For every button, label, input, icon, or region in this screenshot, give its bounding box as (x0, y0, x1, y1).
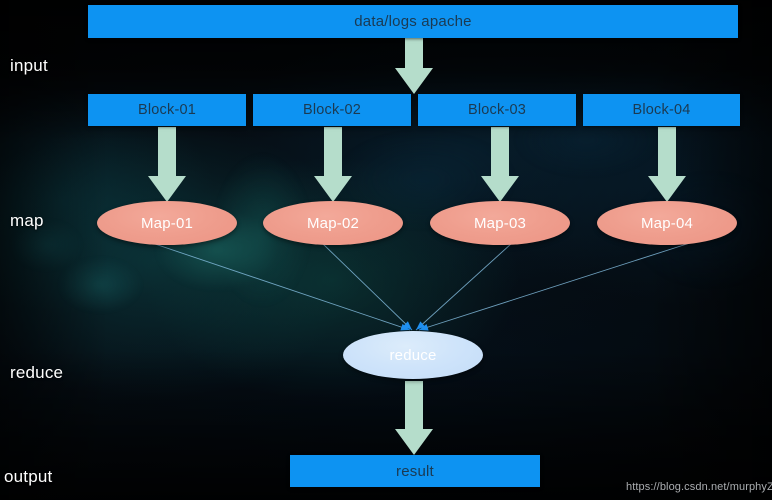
arrow-shape (648, 127, 686, 202)
stage-label-map: map (10, 211, 44, 230)
background-vignette-left (0, 0, 772, 500)
block-box-4[interactable]: Block-04 (583, 94, 740, 126)
reduce-node-label: reduce (389, 346, 437, 364)
map-to-reduce-connectors (151, 242, 691, 331)
arrow-block-03-to-map (481, 127, 519, 202)
watermark-url: https://blog.csdn.net/murphyZ (626, 481, 772, 493)
arrow-reduce-to-result (395, 381, 433, 455)
map-node-label: Map-03 (473, 214, 527, 232)
block-box-label: Block-03 (467, 102, 526, 118)
block-box-2[interactable]: Block-02 (253, 94, 411, 126)
arrow-shape (314, 127, 352, 202)
background-blue-wisp (0, 0, 772, 500)
background-vignette-right (0, 0, 772, 500)
diagram-canvas: input map reduce output data/logs apache Bl… (0, 0, 772, 500)
arrow-block-02-to-map (314, 127, 352, 202)
block-box-1[interactable]: Block-01 (88, 94, 246, 126)
block-box-label: Block-02 (302, 102, 361, 118)
arrow-source-to-blocks (395, 38, 433, 94)
arrow-shape (395, 381, 433, 455)
connector-line-2 (321, 242, 413, 331)
stage-label-reduce: reduce (10, 363, 64, 382)
arrow-shape (481, 127, 519, 202)
result-box-label: result (396, 462, 434, 480)
map-node-3[interactable]: Map-03 (430, 201, 570, 245)
arrow-block-01-to-map (148, 127, 186, 202)
block-box-label: Block-04 (632, 102, 691, 118)
map-node-label: Map-01 (140, 214, 194, 232)
background-teal-wisp (0, 0, 772, 500)
background-vignette-top (0, 0, 772, 500)
stage-label-input: input (10, 56, 48, 75)
connector-arrowhead-2 (403, 321, 412, 330)
connector-line-1 (151, 242, 411, 331)
connector-line-3 (415, 242, 513, 331)
arrow-block-04-to-map (648, 127, 686, 202)
arrow-shape (148, 127, 186, 202)
connector-arrowhead-3 (416, 321, 425, 330)
map-node-2[interactable]: Map-02 (263, 201, 403, 245)
arrow-shape (395, 38, 433, 94)
map-node-label: Map-02 (306, 214, 360, 232)
block-box-3[interactable]: Block-03 (418, 94, 576, 126)
source-data-label: data/logs apache (354, 13, 472, 30)
map-node-4[interactable]: Map-04 (597, 201, 737, 245)
background-vignette-bottom (0, 0, 772, 500)
source-data-box[interactable]: data/logs apache (88, 5, 738, 38)
connector-line-4 (418, 242, 691, 331)
map-node-1[interactable]: Map-01 (97, 201, 237, 245)
block-box-label: Block-01 (137, 102, 196, 118)
reduce-node[interactable]: reduce (343, 331, 483, 379)
background-nebula (0, 0, 772, 500)
connector-arrowhead-4 (419, 324, 429, 331)
map-node-label: Map-04 (640, 214, 694, 232)
stage-label-output: output (4, 467, 53, 486)
result-box[interactable]: result (290, 455, 540, 487)
connector-arrowhead-1 (400, 323, 410, 331)
